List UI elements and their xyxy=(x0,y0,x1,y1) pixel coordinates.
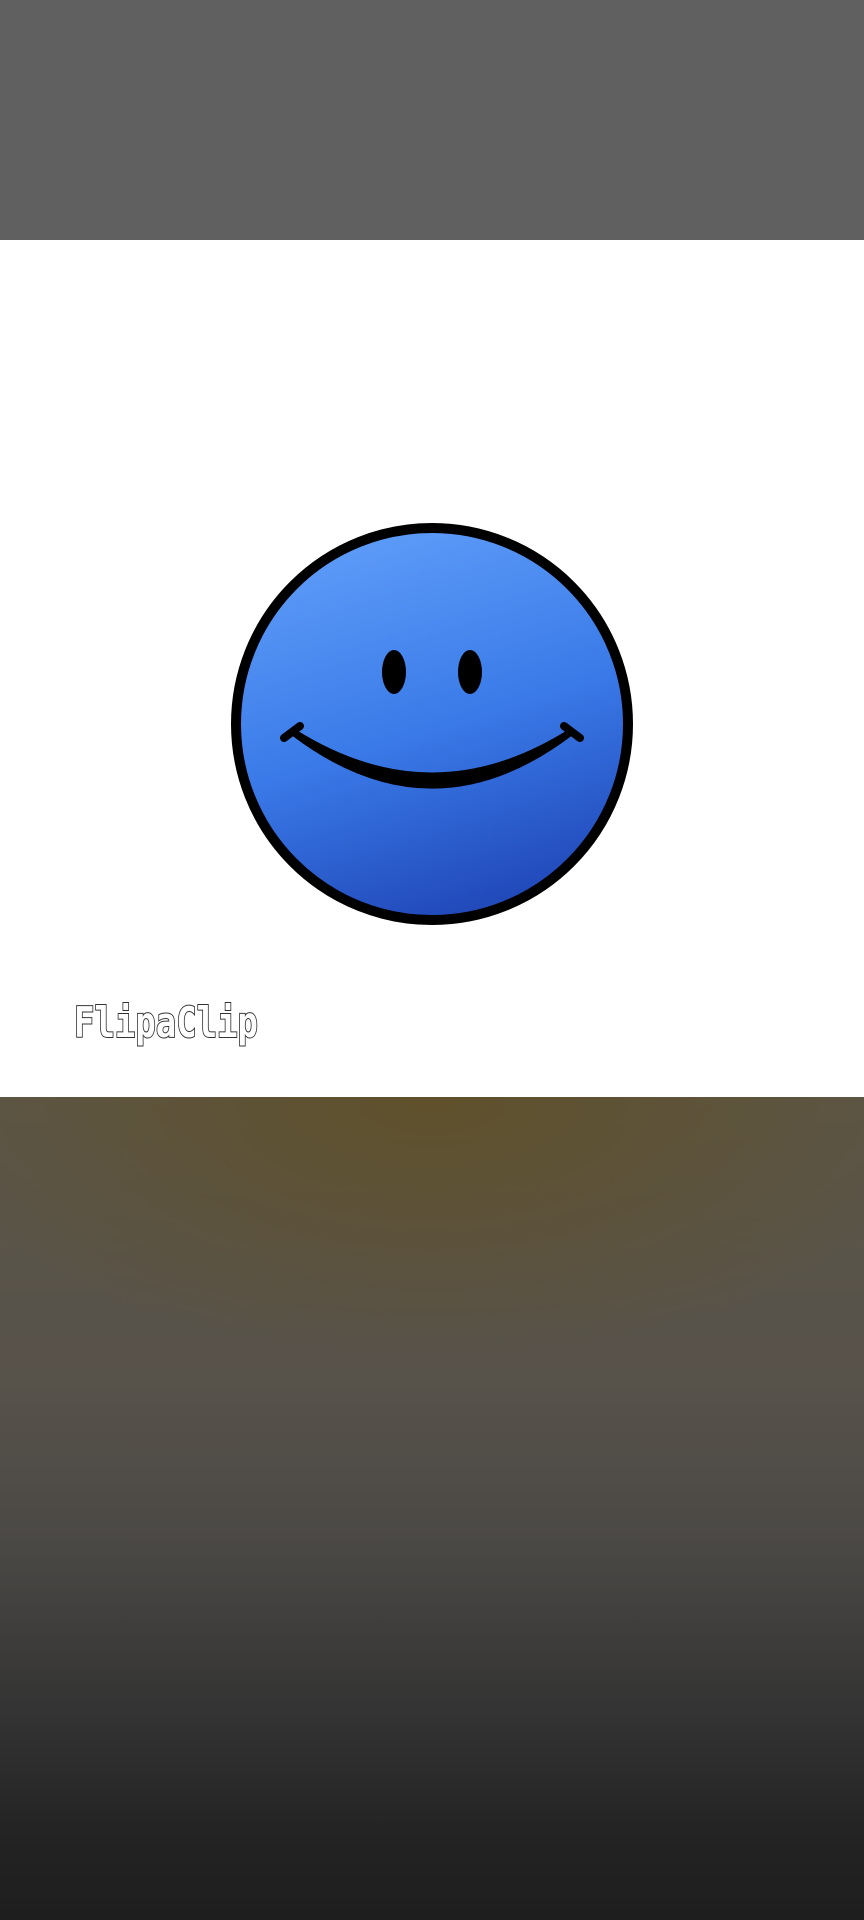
screen: FlipaClip xyxy=(0,0,864,1920)
left-eye xyxy=(382,650,406,694)
video-frame[interactable]: FlipaClip xyxy=(0,240,864,1097)
watermark-text: FlipaClip xyxy=(74,998,258,1047)
flipaclip-watermark: FlipaClip xyxy=(73,997,259,1048)
bottom-letterbox xyxy=(0,1097,864,1920)
top-letterbox xyxy=(0,0,864,240)
smiley-face-icon xyxy=(231,523,633,925)
right-eye xyxy=(458,650,482,694)
smiley-face xyxy=(231,523,633,925)
